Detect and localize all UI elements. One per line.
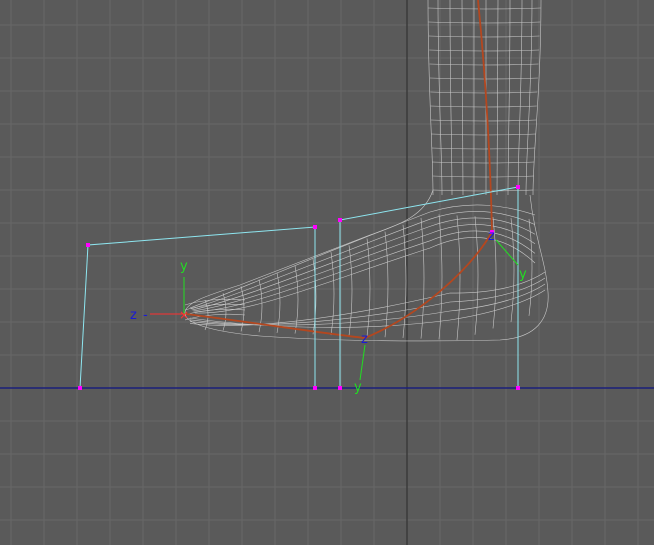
foot-wire-long [193,230,536,313]
leg-wire-vertical [427,0,434,196]
toe-joint-axis[interactable]: y z - × [130,259,189,323]
foot-wire-long [194,237,536,314]
leg-wire-ring [428,21,541,24]
control-vertex [86,243,90,247]
leg-wire-vertical [507,0,511,196]
toe-z-label: z [130,308,137,323]
leg-wire-vertical [461,0,464,196]
foot-wire-cross [402,224,407,338]
leg-wire-vertical [525,0,533,196]
joint-axis-gizmos[interactable]: y z - × z y z y [130,229,527,395]
control-vertex [338,386,342,390]
3d-viewport[interactable]: y z - × z y z y [0,0,654,545]
ball-joint-axis[interactable]: z y [354,332,368,395]
ball-y-label: y [354,380,362,395]
toe-z-dash: - [143,308,148,323]
foot-wire-cross [222,293,227,331]
foot-wire-cross [456,215,461,341]
foot-wire-cross [474,216,479,335]
leg-bone [477,0,493,231]
viewport-scene[interactable]: y z - × z y z y [0,0,654,545]
viewport-grid [0,0,654,545]
leg-wire-ring [430,105,537,108]
leg-wire-ring [431,133,536,136]
ball-z-label: z [361,332,368,347]
foot-control-curves[interactable] [79,186,519,389]
leg-wire-ring [428,35,540,38]
ankle-y-label: y [519,267,527,282]
leg-wire-vertical [496,0,499,196]
leg-wire-ring [430,91,538,94]
control-vertex [338,218,342,222]
ankle-z-label: z [488,229,495,244]
foot-wire-cross [510,218,515,323]
control-vertex [516,185,520,189]
leg-wire-vertical [449,0,453,196]
leg-wire-ring [430,119,537,122]
control-vertices[interactable] [78,185,520,390]
leg-wire-ring [432,161,535,164]
ball-y-axis-line [359,344,366,381]
control-vertex [516,386,520,390]
toe-y-label: y [180,259,188,274]
ankle-y-axis-line [495,239,519,266]
control-vertex [313,386,317,390]
leg-wire-vertical [517,0,523,196]
toe-x-marker-icon: × [179,308,189,322]
foot-wireframe-mesh[interactable] [184,0,549,342]
leg-wire-vertical [532,0,542,196]
leg-wire-ring [429,49,540,52]
leg-wire-ring [431,147,536,150]
control-vertex [313,225,317,229]
foot-wire-cross [384,231,389,338]
control-vertex [78,386,82,390]
foot-wire-cross [330,252,335,336]
foot-wire-cross [528,218,533,316]
leg-wire-ring [432,175,534,178]
leg-wire-ring [428,7,541,10]
